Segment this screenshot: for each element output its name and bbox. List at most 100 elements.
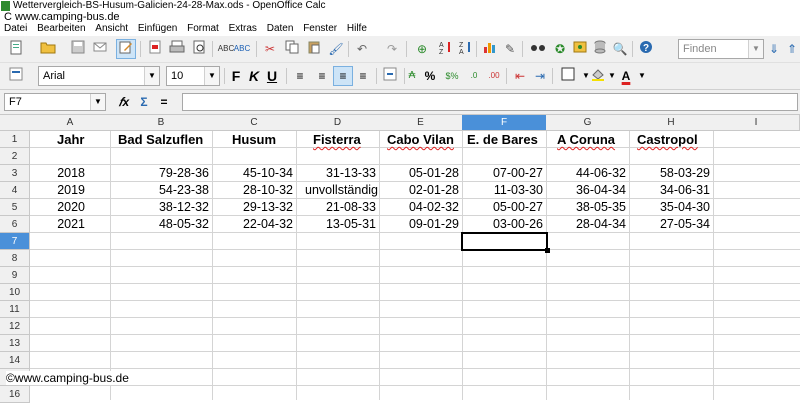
data-sources-icon[interactable]	[590, 39, 610, 59]
row-header-2[interactable]: 2	[0, 148, 30, 165]
row-header-16[interactable]: 16	[0, 386, 30, 403]
row-header-7[interactable]: 7	[0, 233, 30, 250]
merge-cells-icon[interactable]	[380, 66, 400, 86]
paste-icon[interactable]	[304, 39, 324, 59]
table-cell[interactable]: 58-03-29	[629, 165, 713, 182]
increase-indent-icon[interactable]: ⇥	[530, 66, 550, 86]
table-cell[interactable]: unvollständig	[296, 182, 379, 199]
column-header-f[interactable]: F	[462, 115, 547, 131]
insert-chart-icon[interactable]	[480, 39, 500, 59]
column-header-c[interactable]: C	[212, 115, 297, 131]
zoom-icon[interactable]: 🔍	[610, 39, 630, 59]
find-replace-icon[interactable]	[528, 39, 548, 59]
column-header-i[interactable]: I	[713, 115, 800, 131]
formula-icon[interactable]: =	[154, 92, 174, 112]
table-cell[interactable]: 03-00-26	[462, 216, 546, 233]
print-icon[interactable]	[167, 39, 187, 59]
format-paintbrush-icon[interactable]: 🖌	[326, 39, 346, 59]
table-cell[interactable]: 2020	[30, 199, 88, 216]
navigator-icon[interactable]: ✪	[550, 39, 570, 59]
table-cell[interactable]: 09-01-29	[379, 216, 462, 233]
align-center-icon[interactable]: ≡	[312, 66, 332, 86]
bold-icon[interactable]: F	[226, 66, 246, 86]
sort-ascending-icon[interactable]: AZ	[436, 39, 456, 59]
table-cell[interactable]: 05-00-27	[462, 199, 546, 216]
percent-format-icon[interactable]: %	[420, 66, 440, 86]
table-cell[interactable]: 28-04-34	[546, 216, 629, 233]
borders-icon[interactable]	[558, 66, 578, 86]
hyperlink-icon[interactable]: ⊕	[412, 39, 432, 59]
column-header-h[interactable]: H	[629, 115, 714, 131]
table-cell[interactable]: 2019	[30, 182, 88, 199]
undo-icon[interactable]: ↶	[352, 39, 372, 59]
table-cell[interactable]: 04-02-32	[379, 199, 462, 216]
table-cell[interactable]: 21-08-33	[296, 199, 379, 216]
header-cell[interactable]: E. de Bares	[464, 131, 541, 148]
header-cell[interactable]: Castropol	[634, 131, 701, 148]
table-cell[interactable]: 34-06-31	[629, 182, 713, 199]
justify-icon[interactable]: ≡	[353, 66, 373, 86]
row-header-10[interactable]: 10	[0, 284, 30, 301]
styles-formatting-icon[interactable]	[6, 66, 26, 86]
row-header-5[interactable]: 5	[0, 199, 30, 216]
help-icon[interactable]: ?	[636, 39, 656, 59]
find-next-icon[interactable]: ⇓	[764, 39, 784, 59]
table-cell[interactable]: 07-00-27	[462, 165, 546, 182]
table-cell[interactable]: 48-05-32	[110, 216, 212, 233]
header-cell[interactable]: A Coruna	[554, 131, 618, 148]
column-header-d[interactable]: D	[296, 115, 380, 131]
font-name-input[interactable]: Arial ▼	[38, 66, 160, 86]
add-decimal-icon[interactable]: .0	[464, 66, 484, 86]
select-all-corner[interactable]	[0, 115, 31, 131]
name-box-dropdown-icon[interactable]: ▼	[90, 94, 105, 110]
redo-icon[interactable]: ↷	[382, 39, 402, 59]
table-cell[interactable]: 35-04-30	[629, 199, 713, 216]
row-header-14[interactable]: 14	[0, 352, 30, 369]
email-icon[interactable]	[90, 39, 110, 59]
currency-format-icon[interactable]: ₳	[402, 66, 422, 86]
align-left-icon[interactable]: ≡	[290, 66, 310, 86]
save-icon[interactable]	[68, 39, 88, 59]
spreadsheet-grid[interactable]: A B C D E F G H I 1 2 3 4 5 6 7 8 9 10 1…	[0, 115, 800, 403]
gallery-icon[interactable]	[570, 39, 590, 59]
table-cell[interactable]: 44-06-32	[546, 165, 629, 182]
align-right-icon[interactable]: ≡	[333, 66, 353, 86]
table-cell[interactable]: 31-13-33	[296, 165, 379, 182]
draw-functions-icon[interactable]: ✎	[500, 39, 520, 59]
function-wizard-icon[interactable]: 𝑓x	[114, 92, 134, 112]
row-header-9[interactable]: 9	[0, 267, 30, 284]
table-cell[interactable]: 02-01-28	[379, 182, 462, 199]
export-pdf-icon[interactable]	[145, 39, 165, 59]
delete-decimal-icon[interactable]: .00	[484, 66, 504, 86]
table-cell[interactable]: 45-10-34	[212, 165, 296, 182]
header-cell[interactable]: Cabo Vilan	[384, 131, 457, 148]
menu-bearbeiten[interactable]: Bearbeiten	[37, 23, 85, 34]
table-cell[interactable]: 22-04-32	[212, 216, 296, 233]
row-header-11[interactable]: 11	[0, 301, 30, 318]
header-cell[interactable]: Bad Salzuflen	[115, 131, 206, 148]
header-cell[interactable]: Jahr	[54, 131, 87, 148]
active-cell-cursor[interactable]	[461, 232, 550, 253]
table-cell[interactable]: 29-13-32	[212, 199, 296, 216]
edit-mode-icon[interactable]	[116, 39, 136, 59]
name-box[interactable]: F7 ▼	[4, 93, 106, 111]
row-header-3[interactable]: 3	[0, 165, 30, 182]
table-cell[interactable]: 27-05-34	[629, 216, 713, 233]
menu-einfuegen[interactable]: Einfügen	[138, 23, 177, 34]
underline-icon[interactable]: U	[262, 66, 282, 86]
open-folder-icon[interactable]	[38, 39, 58, 59]
table-cell[interactable]: 11-03-30	[462, 182, 546, 199]
table-cell[interactable]: 2018	[30, 165, 88, 182]
menu-hilfe[interactable]: Hilfe	[347, 23, 367, 34]
sort-descending-icon[interactable]: ZA	[456, 39, 476, 59]
find-previous-icon[interactable]: ⇑	[782, 39, 800, 59]
font-name-dropdown-icon[interactable]: ▼	[144, 67, 159, 85]
standard-format-icon[interactable]: $%	[442, 66, 462, 86]
formula-input[interactable]	[182, 93, 798, 111]
table-cell[interactable]: 05-01-28	[379, 165, 462, 182]
copy-icon[interactable]	[282, 39, 302, 59]
italic-icon[interactable]: K	[244, 66, 264, 86]
menu-ansicht[interactable]: Ansicht	[95, 23, 128, 34]
find-dropdown-icon[interactable]: ▼	[748, 40, 763, 58]
row-header-1[interactable]: 1	[0, 131, 30, 148]
